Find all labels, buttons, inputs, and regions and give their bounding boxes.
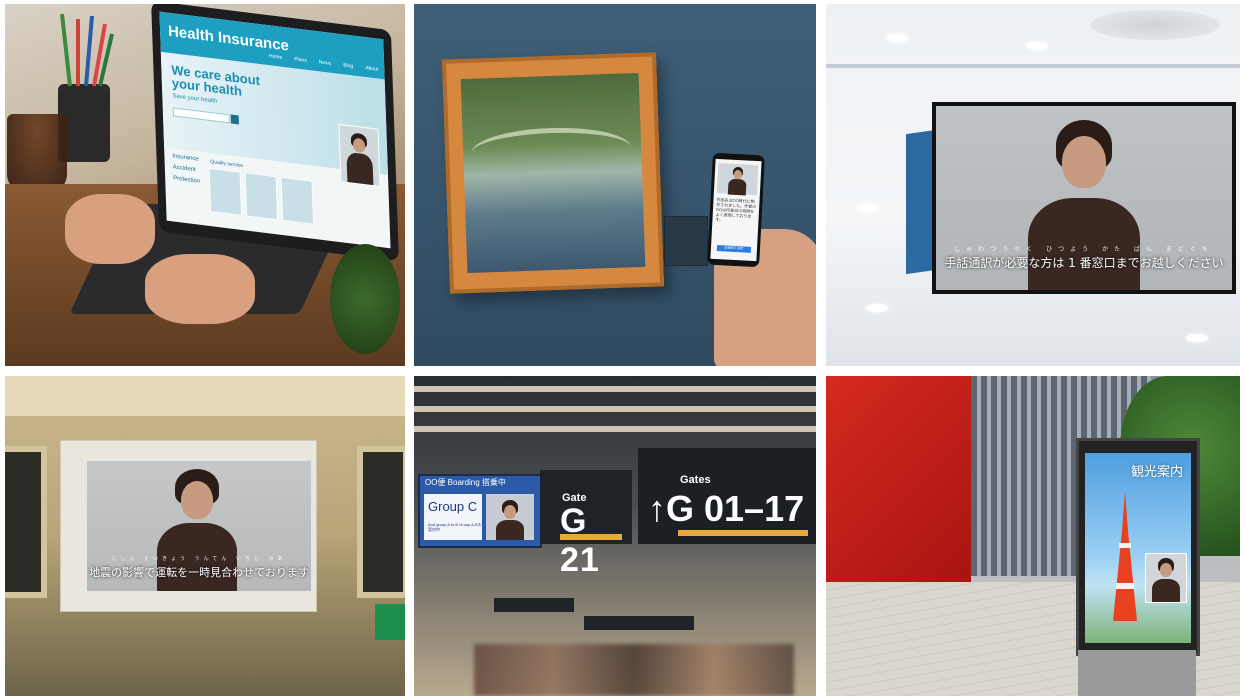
- ceiling-beam: [414, 426, 816, 432]
- kiosk-title: 観光案内: [1130, 465, 1183, 480]
- cards-title: Quality service: [210, 159, 244, 170]
- painting-frame: [441, 52, 665, 294]
- train-side-screen: [5, 446, 47, 598]
- bridge: [470, 125, 632, 176]
- group-subtext: And group A to B Group A-Bも案内中: [428, 522, 482, 532]
- gates-label: Gates: [680, 474, 711, 486]
- ceiling-beam: [414, 406, 816, 412]
- ceiling-vent: [1090, 10, 1220, 40]
- gate-sign: Gate G 21: [540, 470, 632, 579]
- search-icon[interactable]: [230, 114, 239, 125]
- crowd: [474, 644, 794, 696]
- hall-sign: [494, 598, 574, 612]
- gate-accent-bar: [560, 534, 622, 540]
- list-item[interactable]: Protection: [173, 173, 200, 187]
- nav-blog[interactable]: Blog: [343, 62, 353, 69]
- museum-scene: 作品名はOO時代に制作されました。作者のOOは印象派の特徴をよく表現しております…: [414, 4, 816, 366]
- ceiling-light: [886, 34, 908, 42]
- gate-number: G 21: [560, 502, 600, 579]
- detail-button[interactable]: 詳細表示 設定: [716, 245, 752, 253]
- laptop-scene: Health Insurance Home Plans News Blog Ab…: [5, 4, 405, 366]
- ceiling-light: [856, 204, 878, 212]
- train-scene: じしん えいきょう うんてん いちじ みあ 地震の影響で運転を一時見合わせており…: [5, 376, 405, 696]
- sign-language-video: じしん えいきょう うんてん いちじ みあ 地震の影響で運転を一時見合わせており…: [87, 461, 311, 591]
- red-wall: [826, 376, 971, 582]
- ceiling-light: [866, 304, 888, 312]
- nav-about[interactable]: About: [365, 65, 378, 73]
- ceiling-beam: [414, 386, 816, 392]
- ceiling-light: [1186, 334, 1208, 342]
- ceiling-rail: [826, 64, 1240, 68]
- nav-news[interactable]: News: [319, 59, 332, 67]
- phone-description: 作品名はOO時代に制作されました。作者のOOは印象派の特徴をよく表現しております…: [715, 196, 757, 223]
- train-side-screen: [357, 446, 405, 598]
- sign-language-video: [1145, 553, 1187, 603]
- nav-home[interactable]: Home: [269, 53, 283, 61]
- boarding-board: OO便 Boarding 搭乗中 Group C And group A to …: [418, 474, 542, 548]
- train-display-frame: じしん えいきょう うんてん いちじ みあ 地震の影響で運転を一時見合わせており…: [60, 440, 317, 612]
- hall-sign: [584, 616, 694, 630]
- water-lily-painting: [460, 72, 646, 274]
- card[interactable]: [280, 176, 315, 225]
- caption-ruby: しゅわつうやく ひつよう かた ばん まどぐち: [954, 246, 1214, 253]
- site-search-input[interactable]: [172, 107, 230, 124]
- ceiling-light: [1026, 42, 1048, 50]
- sign-language-video: しゅわつうやく ひつよう かた ばん まどぐち 手話通訳が必要な方は 1 番窓口…: [936, 106, 1232, 290]
- hanging-screen-scene: しゅわつうやく ひつよう かた ばん まどぐち 手話通訳が必要な方は 1 番窓口…: [826, 4, 1240, 366]
- kiosk-screen: 観光案内: [1085, 453, 1191, 643]
- digital-signage-kiosk: 観光案内: [1076, 438, 1200, 656]
- caption: 手話通訳が必要な方は 1 番窓口までお越しください: [944, 256, 1224, 270]
- card[interactable]: [244, 172, 279, 221]
- sign-language-video: [486, 494, 534, 540]
- train-ceiling: [5, 376, 405, 416]
- outdoor-kiosk-scene: 観光案内: [826, 376, 1240, 696]
- plant: [330, 244, 400, 354]
- card[interactable]: [208, 167, 243, 216]
- sign-language-video: [338, 123, 381, 188]
- tokyo-tower: [1107, 491, 1143, 621]
- phone-screen: 作品名はOO時代に制作されました。作者のOOは印象派の特徴をよく表現しております…: [710, 158, 762, 262]
- airport-gates-scene: OO便 Boarding 搭乗中 Group C And group A to …: [414, 376, 816, 696]
- left-hand: [65, 194, 155, 264]
- right-hand: [145, 254, 255, 324]
- gates-accent-bar: [678, 530, 808, 536]
- info-plaque: [664, 216, 708, 266]
- kiosk-base: [1078, 650, 1196, 696]
- gates-sign: Gates ↑G 01–17: [638, 448, 816, 544]
- laptop-screen: Health Insurance Home Plans News Blog Ab…: [151, 4, 399, 262]
- boarding-header: OO便 Boarding 搭乗中: [425, 478, 506, 487]
- gates-range: ↑G 01–17: [648, 488, 805, 529]
- hanging-display: しゅわつうやく ひつよう かた ばん まどぐち 手話通訳が必要な方は 1 番窓口…: [932, 102, 1236, 294]
- image-grid: Health Insurance Home Plans News Blog Ab…: [0, 0, 1245, 700]
- site-feature-list: Insurance Accident Protection: [172, 151, 200, 187]
- smartphone: 作品名はOO時代に制作されました。作者のOOは印象派の特徴をよく表現しております…: [707, 152, 765, 268]
- caption-ruby: じしん えいきょう うんてん いちじ みあ: [111, 556, 287, 562]
- nav-plans[interactable]: Plans: [294, 56, 307, 64]
- group-name: Group C: [428, 499, 478, 514]
- site-logo: Health Insurance: [167, 22, 290, 55]
- sign-language-video: [716, 163, 759, 196]
- coffee-cup: [7, 114, 67, 194]
- site-cards: [208, 167, 315, 225]
- website: Health Insurance Home Plans News Blog Ab…: [159, 11, 391, 249]
- exit-sign: [375, 604, 405, 640]
- caption: 地震の影響で運転を一時見合わせております: [89, 566, 309, 579]
- group-panel: Group C And group A to B Group A-Bも案内中: [424, 494, 482, 540]
